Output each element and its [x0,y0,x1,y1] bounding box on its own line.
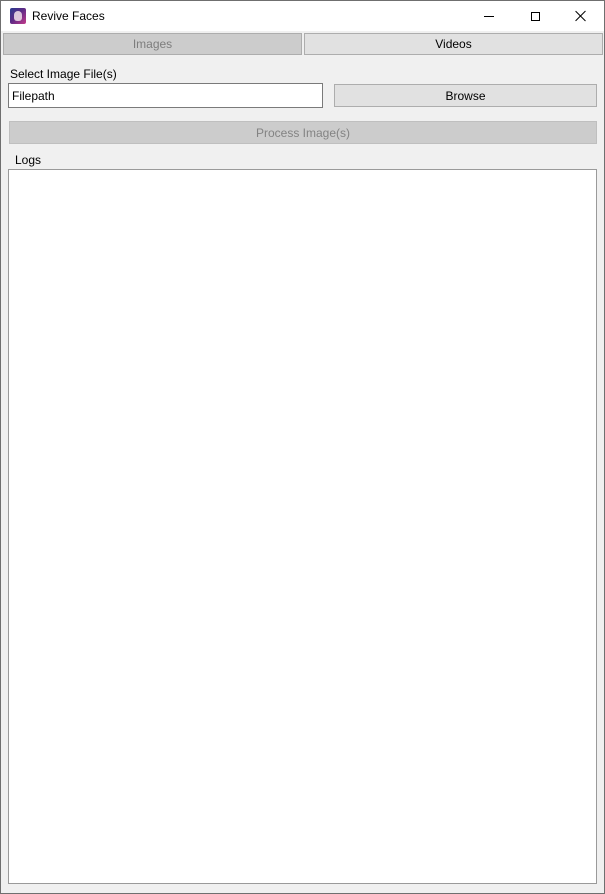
minimize-button[interactable] [466,1,512,31]
logs-textarea[interactable] [8,169,597,884]
close-icon [575,10,587,22]
close-button[interactable] [558,1,604,31]
tab-images[interactable]: Images [3,33,302,55]
minimize-icon [484,15,494,17]
maximize-button[interactable] [512,1,558,31]
app-face-icon [10,8,26,24]
tab-videos[interactable]: Videos [304,33,603,55]
window-title: Revive Faces [32,9,105,23]
maximize-icon [530,11,540,21]
logs-label: Logs [15,153,42,167]
title-bar[interactable]: Revive Faces [1,1,604,31]
filepath-input[interactable] [8,83,323,108]
browse-button[interactable]: Browse [334,84,597,107]
select-image-label: Select Image File(s) [10,67,117,81]
app-window: Revive Faces Images Videos Select Image … [0,0,605,894]
process-images-button[interactable]: Process Image(s) [9,121,597,144]
